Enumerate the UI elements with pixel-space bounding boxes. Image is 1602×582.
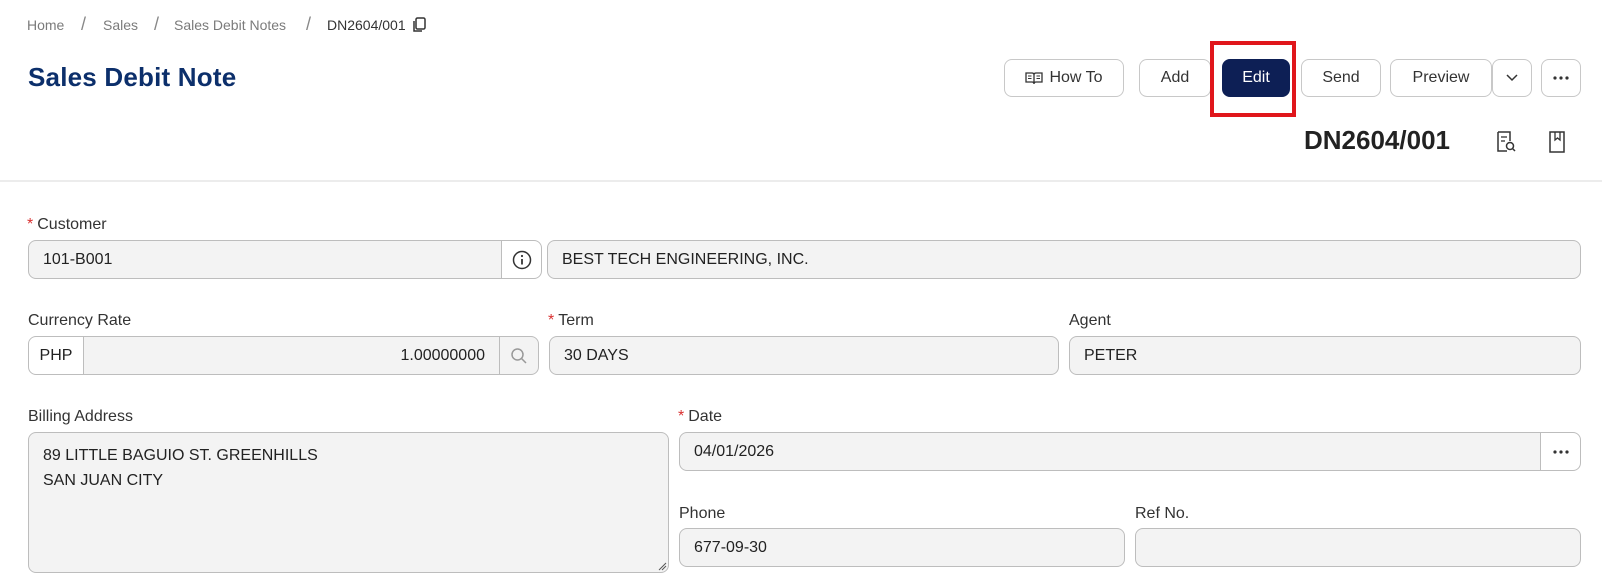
more-actions-button[interactable] xyxy=(1541,59,1581,97)
breadcrumb-sales-debit-notes[interactable]: Sales Debit Notes xyxy=(174,17,286,33)
customer-info-button[interactable] xyxy=(501,240,542,279)
ref-no-field[interactable] xyxy=(1135,528,1581,567)
preview-button[interactable]: Preview xyxy=(1390,59,1492,97)
customer-label: Customer xyxy=(37,216,107,233)
phone-label: Phone xyxy=(679,505,726,522)
bookmark-icon[interactable] xyxy=(1549,131,1565,153)
resize-handle-icon[interactable] xyxy=(657,561,667,571)
info-icon xyxy=(512,250,532,270)
date-label: Date xyxy=(688,408,723,425)
breadcrumb-separator: / xyxy=(154,14,160,34)
required-marker: * xyxy=(27,216,34,233)
term-label-group: * Term xyxy=(548,312,594,330)
header-divider xyxy=(0,180,1602,182)
edit-highlight-box xyxy=(1210,41,1296,117)
breadcrumb-separator: / xyxy=(81,14,87,34)
date-label-group: * Date xyxy=(678,408,722,426)
page-title: Sales Debit Note xyxy=(28,62,237,92)
currency-search-button[interactable] xyxy=(499,336,539,375)
currency-rate-input[interactable]: 1.00000000 xyxy=(83,336,500,375)
customer-name-field[interactable]: BEST TECH ENGINEERING, INC. xyxy=(547,240,1581,279)
currency-rate-label: Currency Rate xyxy=(28,312,132,329)
currency-code[interactable]: PHP xyxy=(28,336,84,375)
book-icon xyxy=(1025,71,1044,85)
date-input[interactable]: 04/01/2026 xyxy=(679,432,1541,471)
phone-field[interactable]: 677-09-30 xyxy=(679,528,1125,567)
date-picker-button[interactable] xyxy=(1540,432,1581,471)
agent-field[interactable]: PETER xyxy=(1069,336,1581,375)
how-to-button[interactable]: How To xyxy=(1004,59,1124,97)
customer-code-input[interactable]: 101-B001 xyxy=(28,240,502,279)
how-to-label: How To xyxy=(1049,69,1103,86)
add-button[interactable]: Add xyxy=(1139,59,1211,97)
more-icon xyxy=(1553,76,1569,80)
required-marker: * xyxy=(678,408,685,425)
document-number: DN2604/001 xyxy=(1304,125,1450,155)
customer-label-group: * Customer xyxy=(27,216,107,234)
more-options-dropdown-button[interactable] xyxy=(1492,59,1532,97)
search-icon xyxy=(510,347,528,365)
ellipsis-icon xyxy=(1552,449,1569,454)
billing-address-textarea[interactable]: 89 LITTLE BAGUIO ST. GREENHILLS SAN JUAN… xyxy=(28,432,669,573)
term-label: Term xyxy=(558,312,594,329)
agent-label: Agent xyxy=(1069,312,1111,329)
breadcrumb-sales[interactable]: Sales xyxy=(103,17,138,33)
chevron-down-icon xyxy=(1506,74,1518,82)
breadcrumb-separator: / xyxy=(306,14,312,34)
term-field[interactable]: 30 DAYS xyxy=(549,336,1059,375)
breadcrumb-home[interactable]: Home xyxy=(27,17,64,33)
required-marker: * xyxy=(548,312,555,329)
breadcrumb-current: DN2604/001 xyxy=(327,17,406,33)
copy-icon[interactable] xyxy=(412,17,426,33)
ref-no-label: Ref No. xyxy=(1135,505,1190,522)
document-search-icon[interactable] xyxy=(1496,131,1516,153)
billing-address-label: Billing Address xyxy=(28,408,133,425)
send-button[interactable]: Send xyxy=(1301,59,1381,97)
